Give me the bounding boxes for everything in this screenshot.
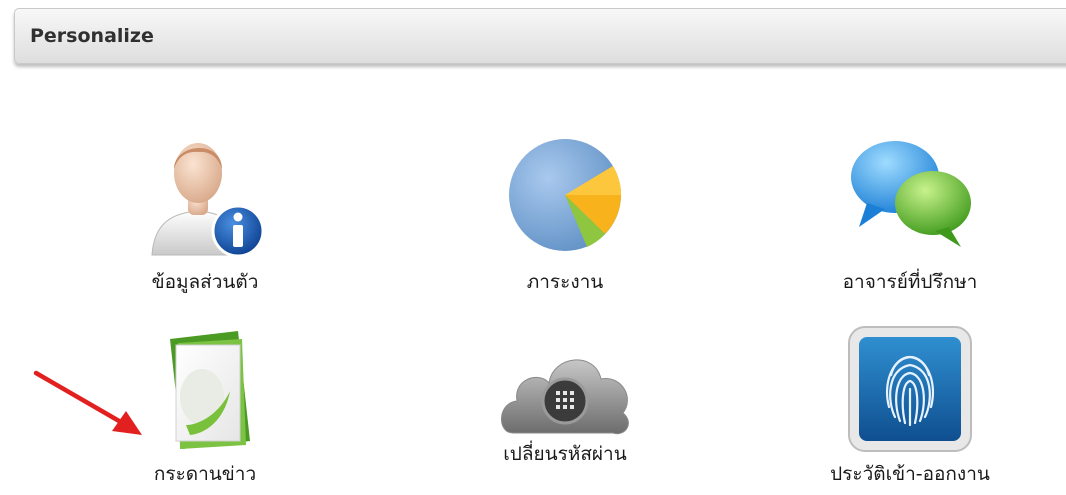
menu-item-label: กระดานข่าว <box>153 463 257 485</box>
menu-item-workload[interactable]: ภาระงาน <box>455 125 675 295</box>
menu-item-advisor[interactable]: อาจารย์ที่ปรึกษา <box>800 125 1020 295</box>
menu-item-label: เปลี่ยนรหัสผ่าน <box>503 443 627 465</box>
menu-item-attendance-history[interactable]: ประวัติเข้า-ออกงาน <box>800 325 1020 495</box>
fingerprint-icon <box>848 326 972 452</box>
panel-title: Personalize <box>30 25 154 47</box>
menu-item-label: อาจารย์ที่ปรึกษา <box>842 271 978 293</box>
menu-item-label: ประวัติเข้า-ออกงาน <box>830 463 990 485</box>
panel-header: Personalize <box>14 8 1066 64</box>
cloud-lock-icon <box>501 359 629 435</box>
red-arrow-annotation <box>33 370 142 435</box>
pie-chart-icon <box>509 139 622 251</box>
news-board-icon <box>170 331 250 449</box>
menu-item-personal-info[interactable]: ข้อมูลส่วนตัว <box>95 125 315 295</box>
menu-item-label: ข้อมูลส่วนตัว <box>151 271 259 293</box>
menu-item-change-password[interactable]: เปลี่ยนรหัสผ่าน <box>455 325 675 495</box>
user-info-icon <box>151 143 265 258</box>
menu-item-label: ภาระงาน <box>526 271 604 293</box>
chat-bubbles-icon <box>851 141 971 247</box>
